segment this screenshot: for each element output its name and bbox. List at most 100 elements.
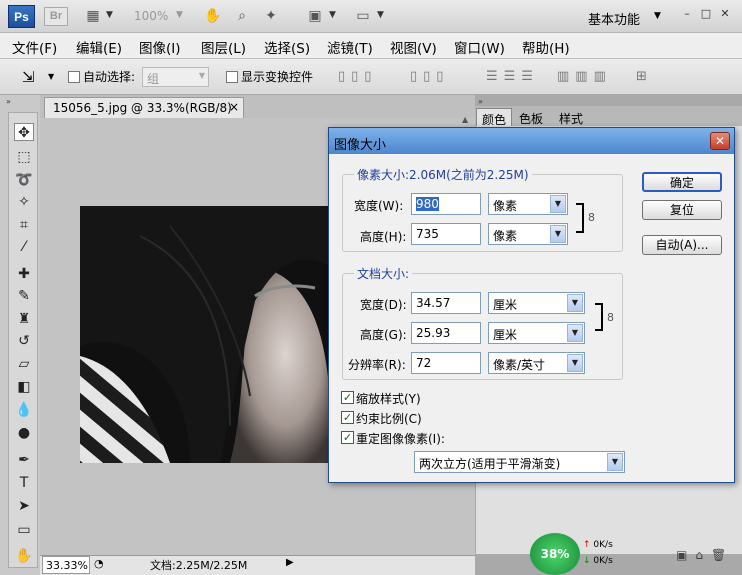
ok-button[interactable]: 确定 [642, 172, 722, 192]
pixel-width-unit-select[interactable]: 像素 ▼ [488, 193, 568, 215]
chevron-down-icon[interactable]: ▼ [106, 10, 113, 20]
rotate-view-icon[interactable]: ✦ [262, 8, 280, 24]
reset-button[interactable]: 复位 [642, 200, 722, 220]
pen-tool-icon[interactable]: ✒ [14, 451, 34, 469]
tab-styles[interactable]: 样式 [554, 108, 588, 126]
gradient-tool-icon[interactable]: ◧ [14, 378, 34, 396]
chevron-down-icon: ▼ [567, 354, 583, 372]
healing-brush-tool-icon[interactable]: ✚ [14, 265, 34, 283]
close-icon[interactable]: ✕ [718, 7, 732, 21]
menu-help[interactable]: 帮助(H) [522, 37, 570, 57]
pixel-width-unit: 像素 [493, 199, 518, 213]
show-transform-controls-checkbox[interactable] [226, 71, 238, 83]
document-image[interactable] [80, 206, 330, 463]
maximize-icon[interactable]: □ [699, 7, 713, 21]
auto-select-target-value: 组 [147, 72, 160, 86]
type-tool-icon[interactable]: T [14, 474, 34, 492]
chevron-down-icon[interactable]: ▼ [377, 10, 384, 20]
auto-button[interactable]: 自动(A)... [642, 235, 722, 255]
hand-icon[interactable]: ✋ [204, 8, 222, 24]
download-speed: ↓ 0K/s [583, 556, 613, 566]
resample-image-checkbox[interactable]: ✓ [341, 431, 354, 444]
resolution-input[interactable]: 72 [411, 352, 481, 374]
menu-window[interactable]: 窗口(W) [454, 37, 505, 57]
panel-footer-icons[interactable]: ▣⌂🗑 [676, 548, 734, 562]
pixel-width-value: 980 [416, 197, 439, 211]
menu-view[interactable]: 视图(V) [390, 37, 437, 57]
align-buttons-group[interactable]: ▯▯▯ [338, 69, 377, 84]
upload-speed: ↑ 0K/s [583, 540, 613, 550]
menu-edit[interactable]: 编辑(E) [76, 37, 122, 57]
arrange-documents-icon[interactable]: ▣ [306, 8, 324, 24]
move-tool-icon[interactable]: ✥ [14, 123, 34, 141]
distribute-horizontal-buttons-group[interactable]: ▥▥▥ [557, 69, 612, 84]
chevron-down-icon[interactable]: ▼ [48, 72, 54, 81]
tab-swatches[interactable]: 色板 [514, 108, 548, 126]
chevron-down-icon[interactable]: ▼ [329, 10, 336, 20]
doc-height-unit-select[interactable]: 厘米 ▼ [488, 322, 585, 344]
collapse-panel-icon[interactable]: » [6, 97, 11, 106]
shape-tool-icon[interactable]: ▭ [14, 521, 34, 539]
resolution-label: 分辨率(R): [348, 358, 406, 372]
view-extras-icon[interactable]: ▦ [84, 8, 102, 24]
status-menu-arrow-icon[interactable]: ▶ [286, 557, 294, 568]
doc-height-input[interactable]: 25.93 [411, 322, 481, 344]
pixel-dimensions-label: 像素大小:2.06M(之前为2.25M) [354, 166, 532, 183]
auto-select-checkbox[interactable] [68, 71, 80, 83]
tab-color[interactable]: 颜色 [476, 108, 513, 127]
brush-tool-icon[interactable]: ✎ [14, 287, 34, 305]
bridge-launch-button[interactable]: Br [44, 7, 68, 26]
distribute-vertical-buttons-group[interactable]: ☰☰☰ [486, 69, 539, 84]
magic-wand-tool-icon[interactable]: ✧ [14, 193, 34, 211]
doc-height-unit: 厘米 [493, 328, 518, 342]
close-icon[interactable]: ✕ [710, 132, 730, 150]
resolution-unit-select[interactable]: 像素/英寸 ▼ [488, 352, 585, 374]
document-tab[interactable]: 15056_5.jpg @ 33.3%(RGB/8) × [44, 97, 244, 118]
auto-select-target-select[interactable]: 组 ▼ [142, 67, 209, 87]
minimize-icon[interactable]: – [680, 7, 694, 21]
doc-width-unit-select[interactable]: 厘米 ▼ [488, 292, 585, 314]
menu-image[interactable]: 图像(I) [139, 37, 181, 57]
zoom-level[interactable]: 100% [134, 9, 168, 23]
scroll-up-icon[interactable]: ▲ [462, 115, 472, 125]
menu-file[interactable]: 文件(F) [12, 37, 57, 57]
clone-stamp-tool-icon[interactable]: ♜ [14, 310, 34, 328]
auto-align-layers-icon[interactable]: ⊞ [636, 69, 647, 84]
resample-method-select[interactable]: 两次立方(适用于平滑渐变) ▼ [414, 451, 625, 473]
network-speed-widget[interactable]: 38% [530, 533, 580, 575]
menu-layer[interactable]: 图层(L) [201, 37, 246, 57]
status-options-icon[interactable]: ◔ [94, 557, 104, 570]
collapse-panel-icon[interactable]: » [478, 97, 483, 106]
menu-select[interactable]: 选择(S) [264, 37, 310, 57]
zoom-icon[interactable]: ⌕ [233, 8, 251, 24]
align-horizontal-buttons-group[interactable]: ▯▯▯ [410, 69, 449, 84]
pixel-height-input[interactable]: 735 [411, 223, 481, 245]
workspace-switcher[interactable]: 基本功能 [588, 9, 640, 28]
pixel-width-input[interactable]: 980 [411, 193, 481, 215]
marquee-tool-icon[interactable]: ⬚ [14, 148, 34, 166]
pixel-height-unit-select[interactable]: 像素 ▼ [488, 223, 568, 245]
resample-image-label: 重定图像像素(I): [356, 432, 445, 446]
dodge-tool-icon[interactable]: ● [14, 424, 34, 442]
constrain-bracket [595, 303, 603, 331]
menu-filter[interactable]: 滤镜(T) [327, 37, 373, 57]
history-brush-tool-icon[interactable]: ↺ [14, 332, 34, 350]
blur-tool-icon[interactable]: 💧 [14, 401, 34, 419]
close-icon[interactable]: × [229, 100, 239, 114]
hand-tool-icon[interactable]: ✋ [14, 547, 34, 565]
constrain-proportions-checkbox[interactable]: ✓ [341, 411, 354, 424]
scale-styles-checkbox[interactable]: ✓ [341, 391, 354, 404]
zoom-input[interactable]: 33.33% [42, 556, 90, 574]
dialog-title-bar[interactable] [329, 128, 734, 154]
move-tool-preset-icon[interactable]: ⇲ [22, 68, 35, 86]
eraser-tool-icon[interactable]: ▱ [14, 355, 34, 373]
eyedropper-tool-icon[interactable]: ⁄ [14, 238, 34, 256]
download-speed-value: 0K/s [593, 556, 613, 566]
crop-tool-icon[interactable]: ⌗ [14, 216, 34, 234]
chevron-down-icon[interactable]: ▼ [654, 11, 661, 21]
lasso-tool-icon[interactable]: ➰ [14, 171, 34, 189]
path-selection-tool-icon[interactable]: ➤ [14, 497, 34, 515]
doc-width-input[interactable]: 34.57 [411, 292, 481, 314]
chevron-down-icon[interactable]: ▼ [176, 10, 183, 20]
screen-mode-icon[interactable]: ▭ [354, 8, 372, 24]
